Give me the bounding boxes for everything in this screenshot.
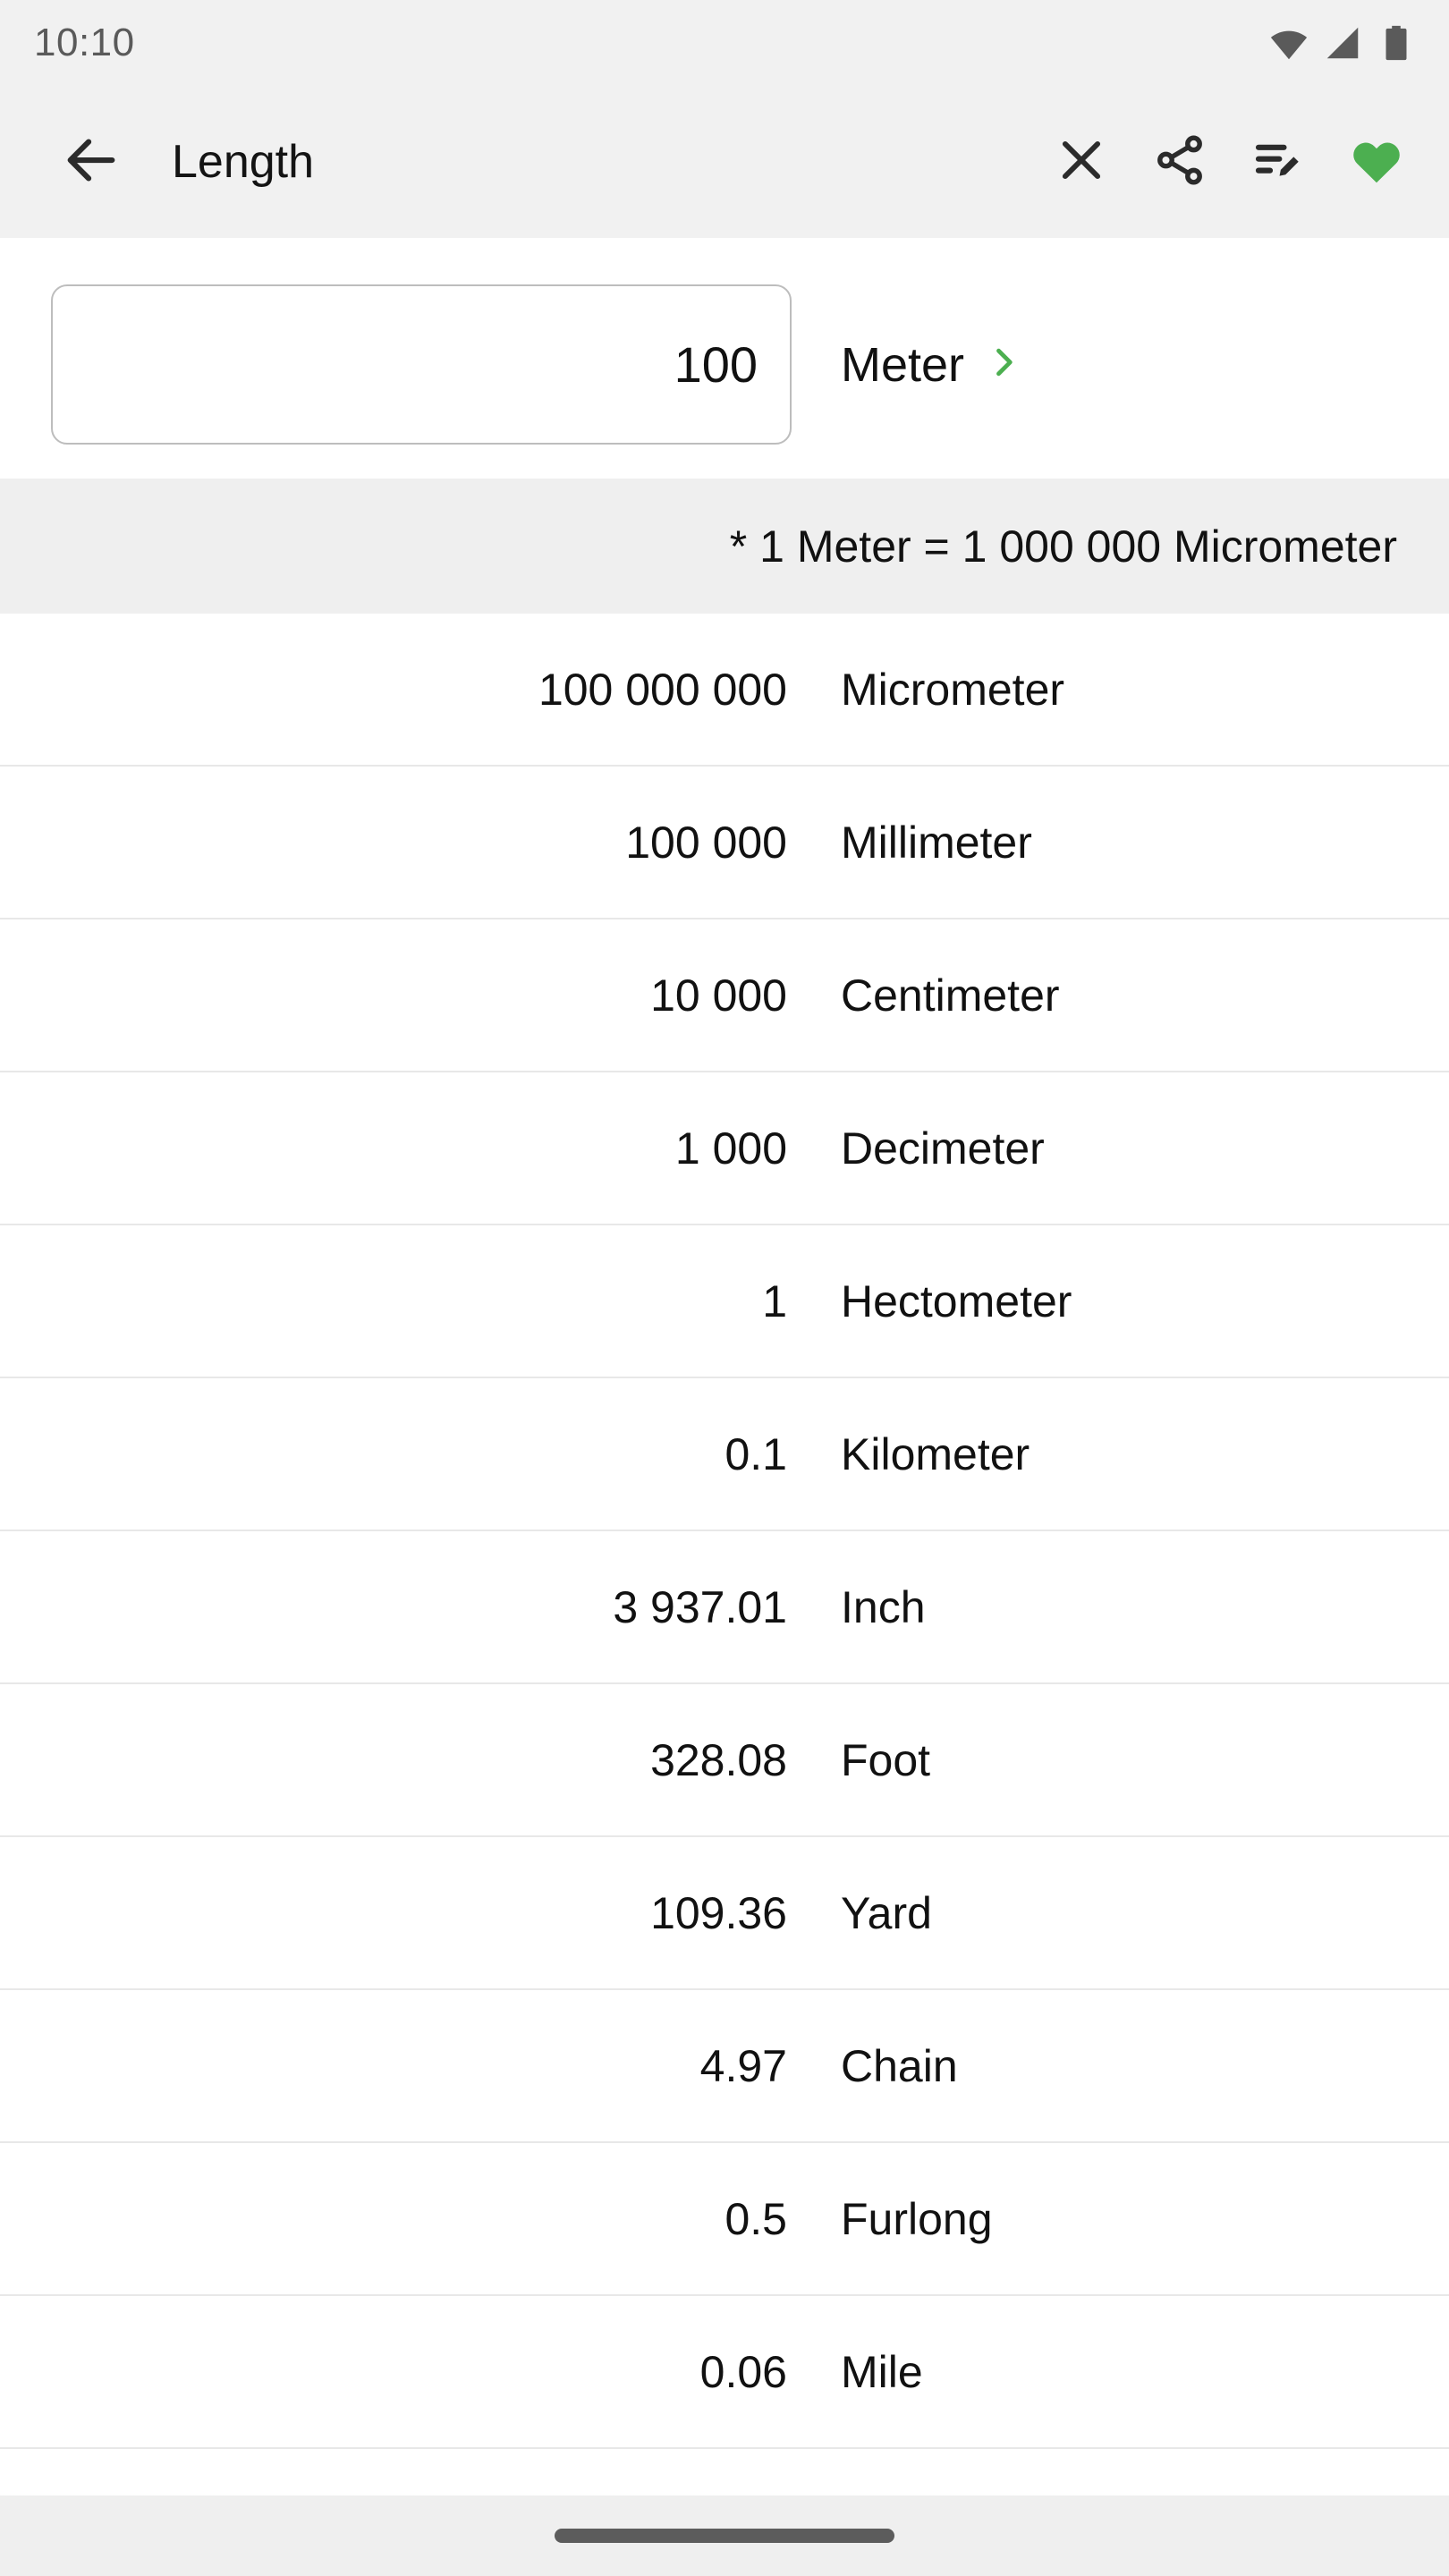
app-bar-actions bbox=[1032, 113, 1426, 211]
conversion-unit: Centimeter bbox=[841, 970, 1060, 1021]
conversion-value: 4.97 bbox=[699, 2040, 787, 2091]
conversion-unit: Millimeter bbox=[841, 817, 1032, 868]
share-button[interactable] bbox=[1131, 113, 1229, 211]
conversion-row[interactable]: 109.36 Yard bbox=[0, 1837, 1449, 1990]
conversion-list[interactable]: 100 000 000 Micrometer 100 000 Millimeter 10… bbox=[0, 614, 1449, 2496]
conversion-unit: Kilometer bbox=[841, 1428, 1030, 1479]
conversion-value: 3 937.01 bbox=[613, 1581, 787, 1632]
conversion-unit: Foot bbox=[841, 1734, 931, 1785]
favorite-button[interactable] bbox=[1327, 113, 1426, 211]
status-bar: 10:10 bbox=[0, 0, 1449, 86]
conversion-row[interactable]: 0.1 Kilometer bbox=[0, 1378, 1449, 1531]
conversion-value: 1 bbox=[762, 1275, 787, 1326]
conversion-value: 100 000 bbox=[625, 817, 787, 868]
conversion-unit: Mile bbox=[841, 2346, 923, 2397]
conversion-unit: Yard bbox=[841, 1887, 932, 1938]
chevron-right-icon bbox=[984, 343, 1023, 386]
conversion-note-text: * 1 Meter = 1 000 000 Micrometer bbox=[729, 521, 1397, 572]
back-arrow-icon bbox=[60, 129, 123, 196]
conversion-row[interactable]: 4.97 Chain bbox=[0, 1990, 1449, 2143]
conversion-row[interactable]: 3 937.01 Inch bbox=[0, 1531, 1449, 1684]
value-input[interactable]: 100 bbox=[51, 284, 792, 445]
conversion-row[interactable]: 100 000 000 Micrometer bbox=[0, 614, 1449, 767]
conversion-value: 100 000 000 bbox=[538, 664, 787, 715]
conversion-value: 0.06 bbox=[699, 2346, 787, 2397]
share-icon bbox=[1152, 132, 1208, 192]
conversion-unit: Decimeter bbox=[841, 1123, 1045, 1174]
source-unit-label: Meter bbox=[841, 337, 965, 392]
conversion-note: * 1 Meter = 1 000 000 Micrometer bbox=[0, 479, 1449, 614]
conversion-value: 0.1 bbox=[724, 1428, 787, 1479]
conversion-row[interactable]: 1 Hectometer bbox=[0, 1225, 1449, 1378]
page-title: Length bbox=[172, 136, 315, 188]
conversion-unit: Hectometer bbox=[841, 1275, 1072, 1326]
conversion-row[interactable]: 10 000 Centimeter bbox=[0, 919, 1449, 1072]
heart-filled-icon bbox=[1347, 131, 1406, 194]
conversion-row[interactable]: 328.08 Foot bbox=[0, 1684, 1449, 1837]
conversion-value: 10 000 bbox=[650, 970, 787, 1021]
source-unit-selector[interactable]: Meter bbox=[841, 284, 1023, 445]
edit-units-button[interactable] bbox=[1229, 113, 1327, 211]
system-navigation-bar bbox=[0, 2496, 1449, 2576]
value-input-text: 100 bbox=[674, 336, 758, 393]
app-root: 10:10 Length 100 Meter * 1 Meter = 1 000… bbox=[0, 0, 1449, 2576]
cellular-signal-icon bbox=[1322, 22, 1363, 64]
conversion-row[interactable] bbox=[0, 2449, 1449, 2496]
edit-list-icon bbox=[1250, 132, 1306, 192]
conversion-row[interactable]: 1 000 Decimeter bbox=[0, 1072, 1449, 1225]
close-icon bbox=[1054, 132, 1109, 192]
app-bar: Length bbox=[0, 86, 1449, 238]
input-area: 100 Meter bbox=[0, 238, 1449, 479]
conversion-row[interactable]: 100 000 Millimeter bbox=[0, 767, 1449, 919]
conversion-unit: Chain bbox=[841, 2040, 958, 2091]
conversion-unit: Furlong bbox=[841, 2193, 993, 2244]
battery-icon bbox=[1376, 22, 1417, 64]
gesture-home-pill[interactable] bbox=[555, 2529, 894, 2543]
status-bar-icons bbox=[1268, 22, 1417, 64]
wifi-icon bbox=[1268, 22, 1309, 64]
conversion-value: 0.5 bbox=[724, 2193, 787, 2244]
conversion-row[interactable]: 0.06 Mile bbox=[0, 2296, 1449, 2449]
conversion-value: 109.36 bbox=[650, 1887, 787, 1938]
conversion-value: 328.08 bbox=[650, 1734, 787, 1785]
back-button[interactable] bbox=[50, 121, 132, 203]
clear-button[interactable] bbox=[1032, 113, 1131, 211]
status-bar-time: 10:10 bbox=[34, 21, 135, 64]
conversion-unit: Inch bbox=[841, 1581, 926, 1632]
conversion-unit: Micrometer bbox=[841, 664, 1065, 715]
conversion-row[interactable]: 0.5 Furlong bbox=[0, 2143, 1449, 2296]
conversion-value: 1 000 bbox=[674, 1123, 787, 1174]
